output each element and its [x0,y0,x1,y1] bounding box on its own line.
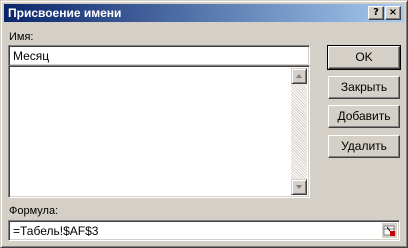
formula-input-value: =Табель!$AF$3 [13,224,99,238]
close-button[interactable]: Закрыть [328,76,400,99]
help-button[interactable]: ? [368,6,384,20]
scroll-up-button[interactable] [291,68,307,84]
delete-button[interactable]: Удалить [328,135,400,158]
define-name-dialog: Присвоение имени ? × Имя: Месяц OK Закры… [0,0,408,248]
scroll-down-button[interactable] [291,179,307,195]
name-input[interactable]: Месяц [8,45,310,66]
names-list-scrollbar[interactable] [291,68,307,195]
names-listbox[interactable] [8,65,310,198]
dialog-title: Присвоение имени [8,6,122,20]
name-label: Имя: [9,31,34,43]
formula-input[interactable]: =Табель!$AF$3 [8,220,400,241]
collapse-dialog-icon[interactable] [382,223,397,238]
ok-button[interactable]: OK [327,45,401,70]
title-bar[interactable]: Присвоение имени ? × [4,4,404,22]
arrow-up-icon [296,74,302,78]
name-input-value: Месяц [13,49,50,63]
close-window-button[interactable]: × [385,6,401,20]
formula-label: Формула: [9,205,59,217]
add-button[interactable]: Добавить [328,105,400,128]
arrow-down-icon [296,185,302,189]
